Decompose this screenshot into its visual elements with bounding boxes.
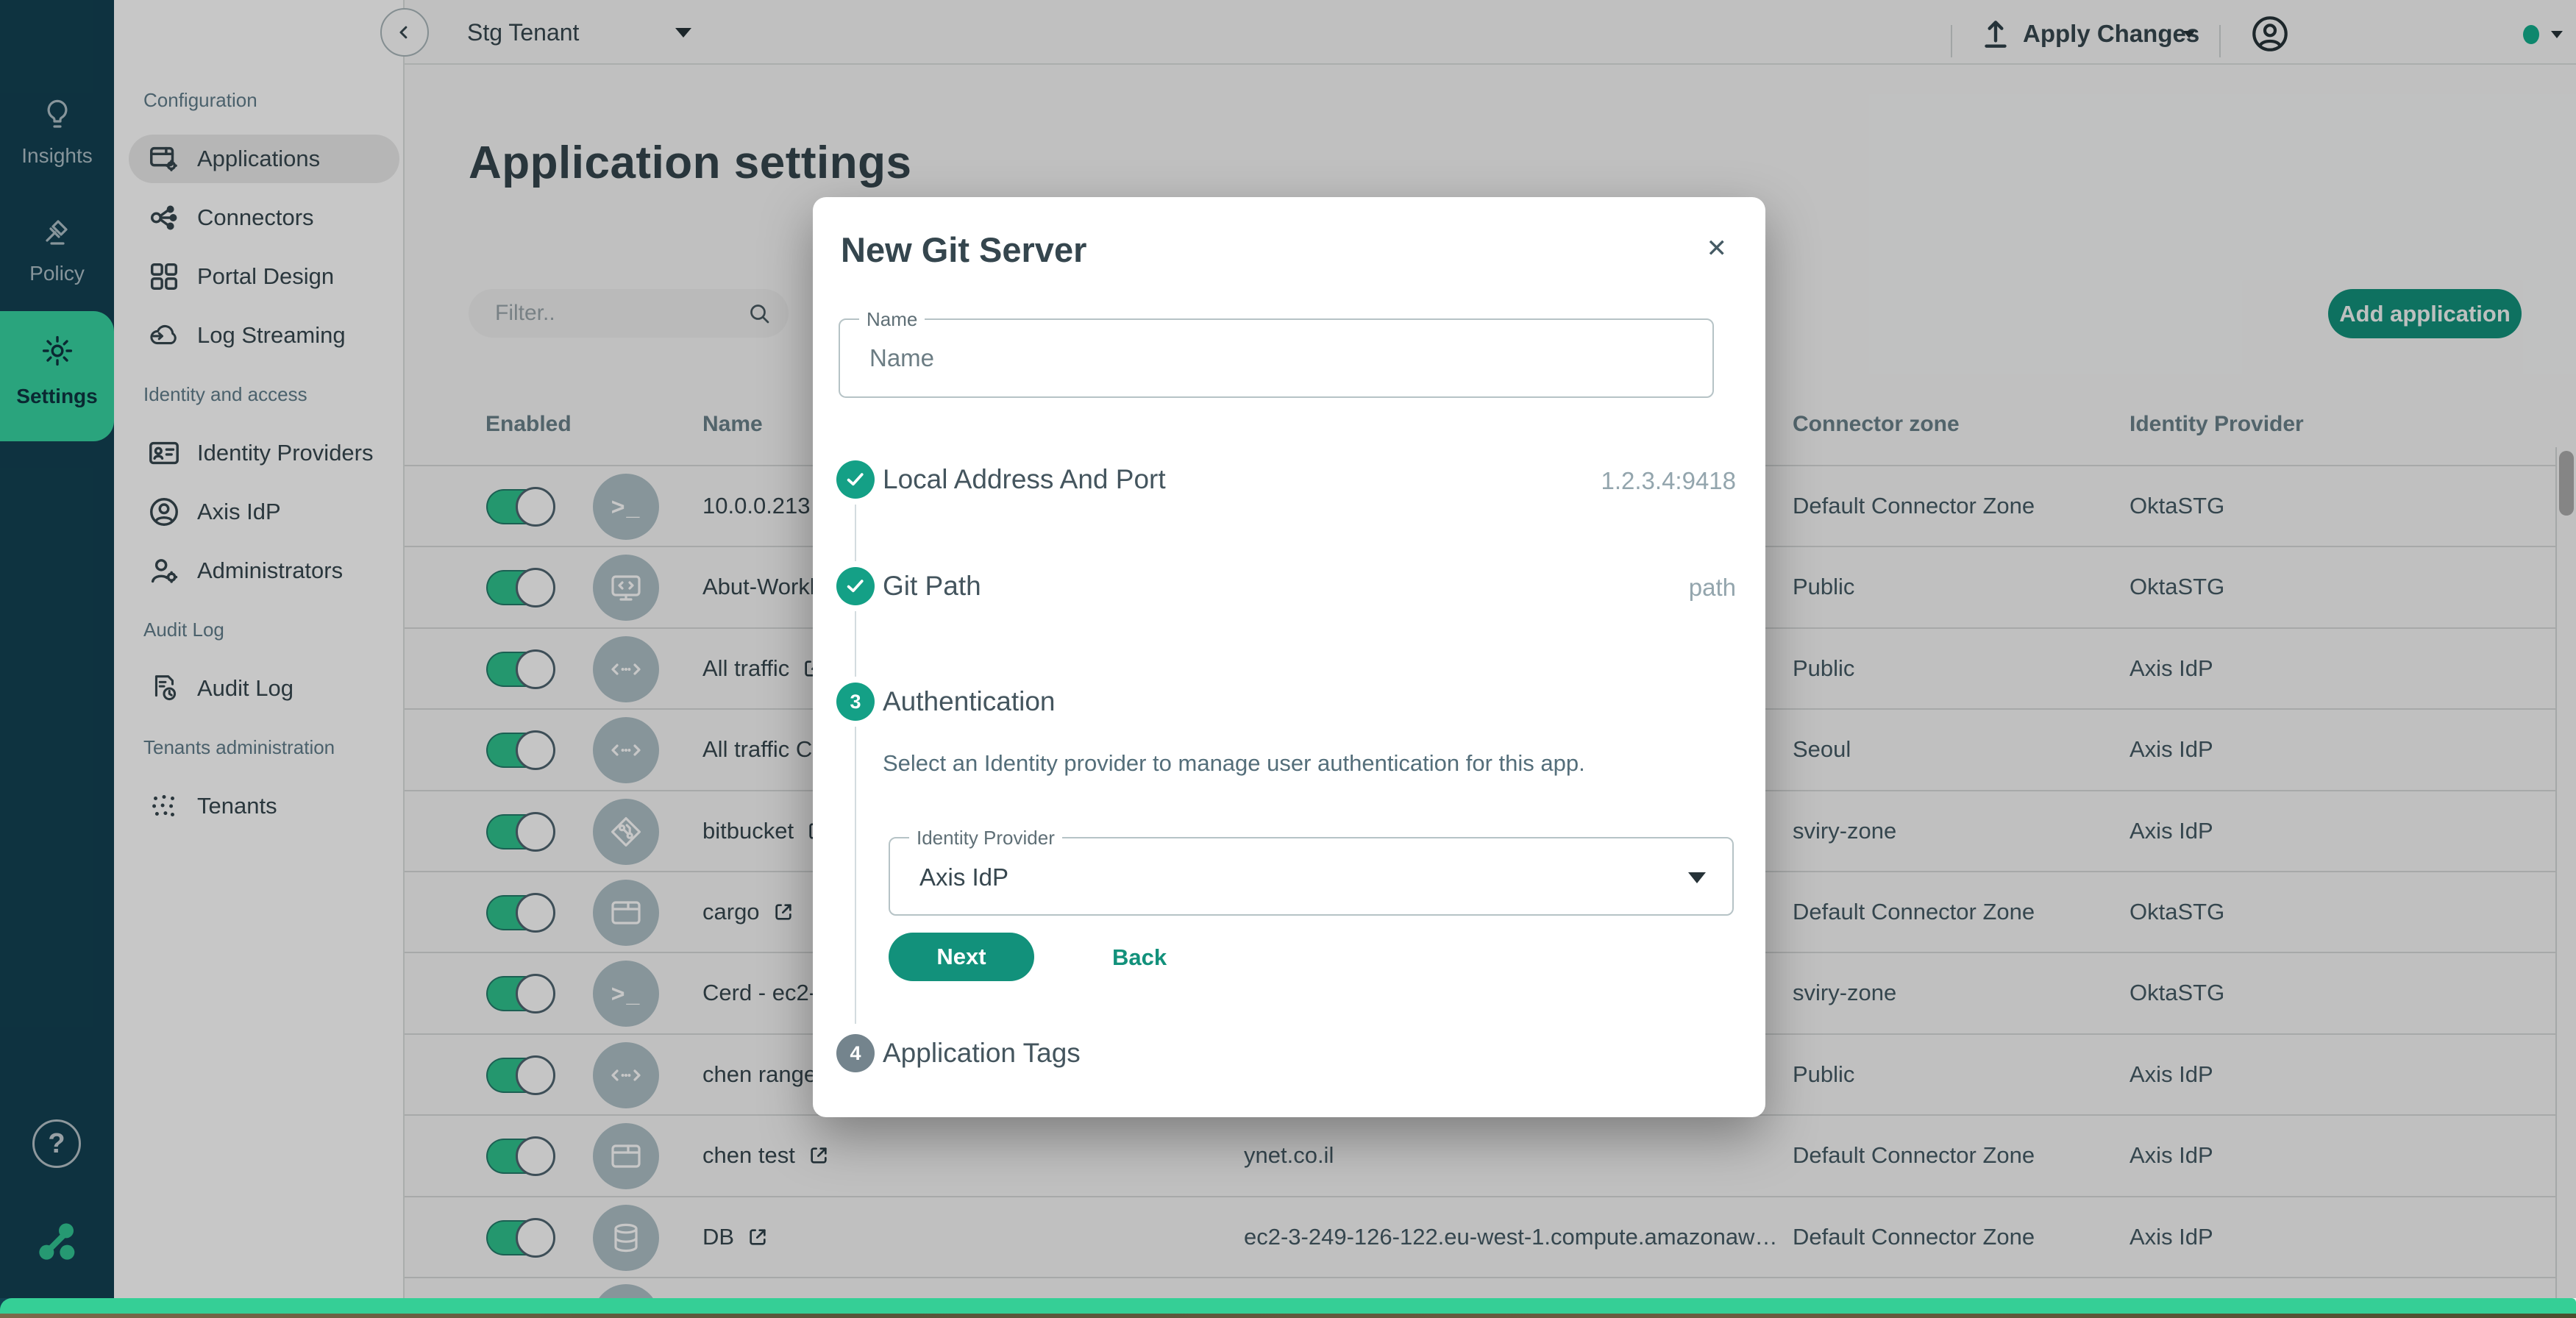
step-check-icon [836,567,875,605]
step-connector [855,505,856,561]
step-label: Application Tags [883,1038,1081,1069]
step-connector [855,611,856,677]
back-button[interactable]: Back [1112,944,1167,971]
close-icon[interactable]: ✕ [1707,234,1728,263]
step-number-badge: 3 [836,683,875,721]
bottom-window-bar [0,1298,2576,1314]
step-local-address-and-port: Local Address And Port 1.2.3.4:9418 [813,460,1765,499]
identity-provider-label: Identity Provider [909,827,1062,849]
next-button[interactable]: Next [889,933,1034,981]
desktop-wallpaper-strip [0,1314,2576,1318]
step-connector [855,727,856,1024]
step-label: Git Path [883,571,981,602]
name-input[interactable] [840,320,1712,396]
step-check-icon [836,460,875,499]
authentication-description: Select an Identity provider to manage us… [883,750,1585,777]
step-value: 1.2.3.4:9418 [1601,467,1737,495]
identity-provider-select[interactable]: Identity Provider Axis IdP [889,837,1734,916]
step-application-tags: 4 Application Tags [813,1034,1765,1072]
step-authentication: 3 Authentication [813,683,1765,721]
select-caret-down-icon [1688,872,1706,883]
identity-provider-value: Axis IdP [919,863,1008,891]
step-value: path [1689,574,1736,602]
step-label: Local Address And Port [883,464,1166,495]
step-number-badge: 4 [836,1034,875,1072]
step-label: Authentication [883,686,1056,717]
new-git-server-modal: New Git Server ✕ Name Local Address And … [813,197,1765,1117]
name-field: Name [839,318,1714,398]
modal-title: New Git Server [841,229,1086,270]
step-git-path: Git Path path [813,567,1765,605]
app-root: InsightsPolicySettings ? ConfigurationAp… [0,0,2576,1318]
